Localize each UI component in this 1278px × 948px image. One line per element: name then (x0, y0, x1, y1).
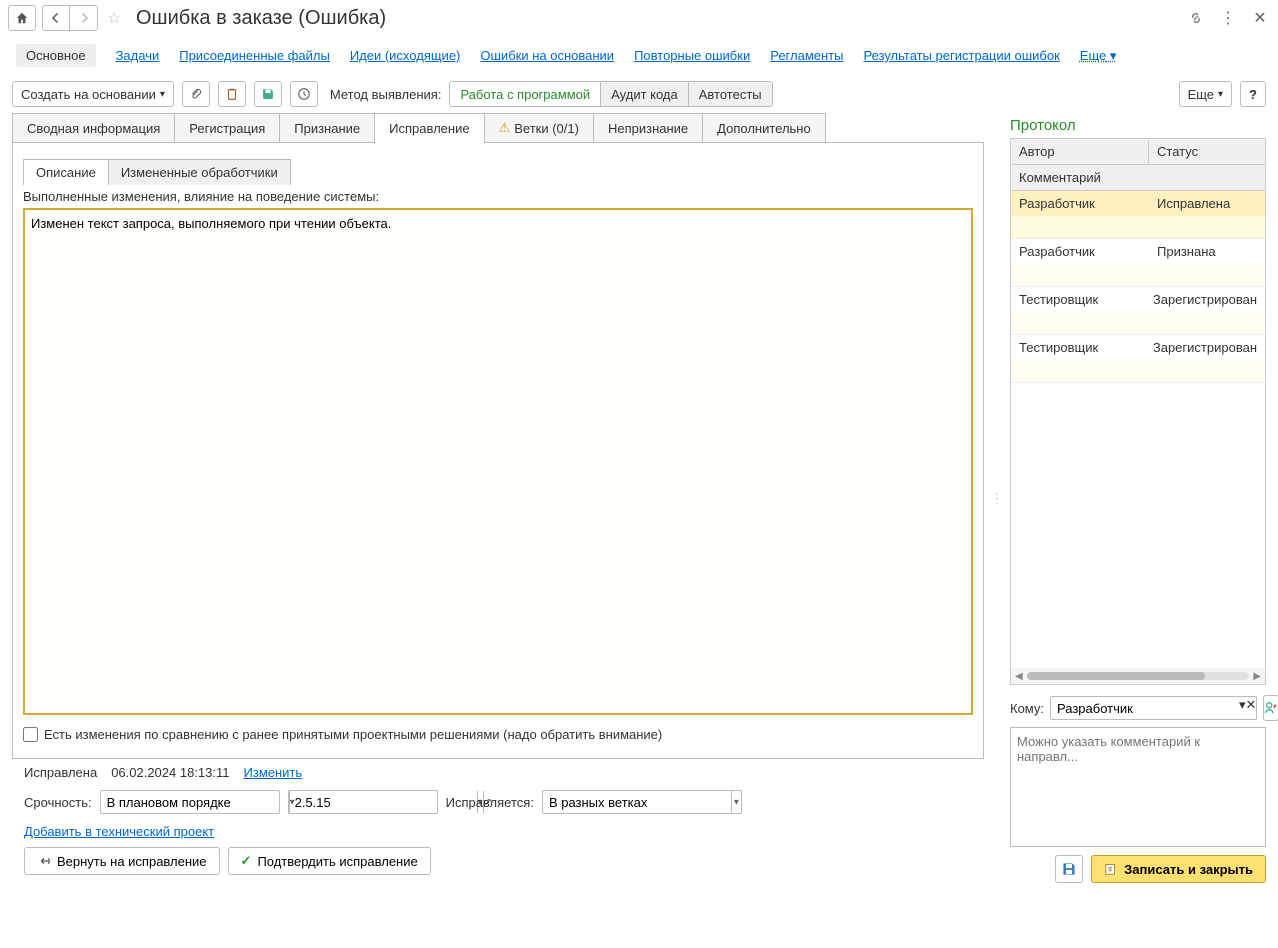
save-icon-button[interactable] (1055, 855, 1083, 883)
clock-button[interactable] (290, 81, 318, 107)
urgency-field[interactable]: ▾ (100, 790, 280, 814)
comment-textarea[interactable] (1010, 727, 1266, 847)
link-reglaments[interactable]: Регламенты (770, 48, 843, 63)
link-errors-base[interactable]: Ошибки на основании (480, 48, 614, 63)
method-audit[interactable]: Аудит кода (601, 82, 689, 106)
status-state: Исправлена (24, 765, 97, 780)
link-main[interactable]: Основное (16, 44, 96, 67)
method-program[interactable]: Работа с программой (450, 82, 601, 106)
tab-nonrecognition[interactable]: Непризнание (593, 113, 703, 142)
clipboard-button[interactable] (218, 81, 246, 107)
tab-fix[interactable]: Исправление (374, 113, 484, 142)
protocol-title: Протокол (1010, 113, 1266, 138)
method-label: Метод выявления: (330, 87, 442, 102)
protocol-row[interactable]: ТестировщикЗарегистрирован (1011, 335, 1265, 383)
link-results[interactable]: Результаты регистрации ошибок (863, 48, 1059, 63)
diskette-button[interactable] (254, 81, 282, 107)
kebab-icon[interactable]: ⋮ (1218, 8, 1238, 28)
changes-checkbox[interactable] (23, 727, 38, 742)
inner-tab-changed[interactable]: Измененные обработчики (108, 159, 291, 185)
star-icon[interactable]: ☆ (104, 8, 124, 28)
help-button[interactable]: ? (1240, 81, 1266, 107)
check-icon: ✓ (241, 853, 252, 869)
save-close-button[interactable]: Записать и закрыть (1091, 855, 1266, 883)
protocol-row[interactable]: РазработчикПризнана (1011, 239, 1265, 287)
tab-recognition[interactable]: Признание (279, 113, 375, 142)
fix-label: Исправляется: (446, 795, 534, 810)
urgency-label: Срочность: (24, 795, 92, 810)
changes-checkbox-label: Есть изменения по сравнению с ранее прин… (44, 727, 662, 742)
urgency-input[interactable] (101, 791, 289, 813)
toolbar-more-button[interactable]: Еще ▾ (1179, 81, 1232, 107)
status-change-link[interactable]: Изменить (244, 765, 303, 780)
description-label: Выполненные изменения, влияние на поведе… (23, 189, 973, 204)
protocol-hscroll[interactable]: ◀ ▶ (1011, 668, 1265, 684)
fix-dropdown[interactable]: ▾ (731, 791, 741, 813)
method-pill: Работа с программой Аудит кода Автотесты (449, 81, 772, 107)
link-repeated[interactable]: Повторные ошибки (634, 48, 750, 63)
warning-icon: ⚠ (499, 120, 511, 136)
tabs: Сводная информация Регистрация Признание… (12, 113, 984, 143)
komu-user-button[interactable] (1263, 695, 1278, 721)
link-more[interactable]: Еще ▾ (1080, 48, 1117, 64)
inner-tab-description[interactable]: Описание (23, 159, 109, 185)
description-textarea[interactable] (23, 208, 973, 715)
fix-field[interactable]: ▾ (542, 790, 742, 814)
komu-input[interactable] (1051, 697, 1239, 719)
home-button[interactable] (8, 5, 36, 31)
link-files[interactable]: Присоединенные файлы (179, 48, 330, 63)
komu-clear[interactable]: ✕ (1246, 697, 1257, 719)
protocol-head-author[interactable]: Автор (1011, 139, 1149, 164)
create-based-on-button[interactable]: Создать на основании ▾ (12, 81, 174, 107)
tab-additional[interactable]: Дополнительно (702, 113, 826, 142)
komu-label: Кому: (1010, 701, 1044, 716)
komu-field[interactable]: ▾ ✕ (1050, 696, 1257, 720)
attach-button[interactable] (182, 81, 210, 107)
tab-branches[interactable]: ⚠Ветки (0/1) (484, 113, 594, 142)
protocol-head-comment[interactable]: Комментарий (1011, 165, 1265, 191)
tab-registration[interactable]: Регистрация (174, 113, 280, 142)
link-tasks[interactable]: Задачи (116, 48, 160, 63)
tab-summary[interactable]: Сводная информация (12, 113, 175, 142)
add-tech-project-link[interactable]: Добавить в технический проект (24, 824, 214, 839)
protocol-row[interactable]: ТестировщикЗарегистрирован (1011, 287, 1265, 335)
method-autotest[interactable]: Автотесты (689, 82, 772, 106)
return-button[interactable]: Вернуть на исправление (24, 847, 220, 875)
status-datetime: 06.02.2024 18:13:11 (111, 765, 229, 780)
fix-input[interactable] (543, 791, 731, 813)
protocol-row[interactable]: РазработчикИсправлена (1011, 191, 1265, 239)
back-button[interactable] (42, 5, 70, 31)
close-icon[interactable]: ✕ (1250, 8, 1270, 28)
protocol-head-status[interactable]: Статус (1149, 139, 1265, 164)
column-resizer[interactable] (994, 113, 1000, 883)
link-ideas[interactable]: Идеи (исходящие) (350, 48, 461, 63)
link-icon[interactable] (1186, 8, 1206, 28)
version-field[interactable]: ▾ ↗ (288, 790, 438, 814)
page-title: Ошибка в заказе (Ошибка) (136, 7, 386, 30)
protocol-table: Автор Статус Комментарий РазработчикИспр… (1010, 138, 1266, 685)
forward-button[interactable] (70, 5, 98, 31)
confirm-button[interactable]: ✓ Подтвердить исправление (228, 847, 431, 875)
